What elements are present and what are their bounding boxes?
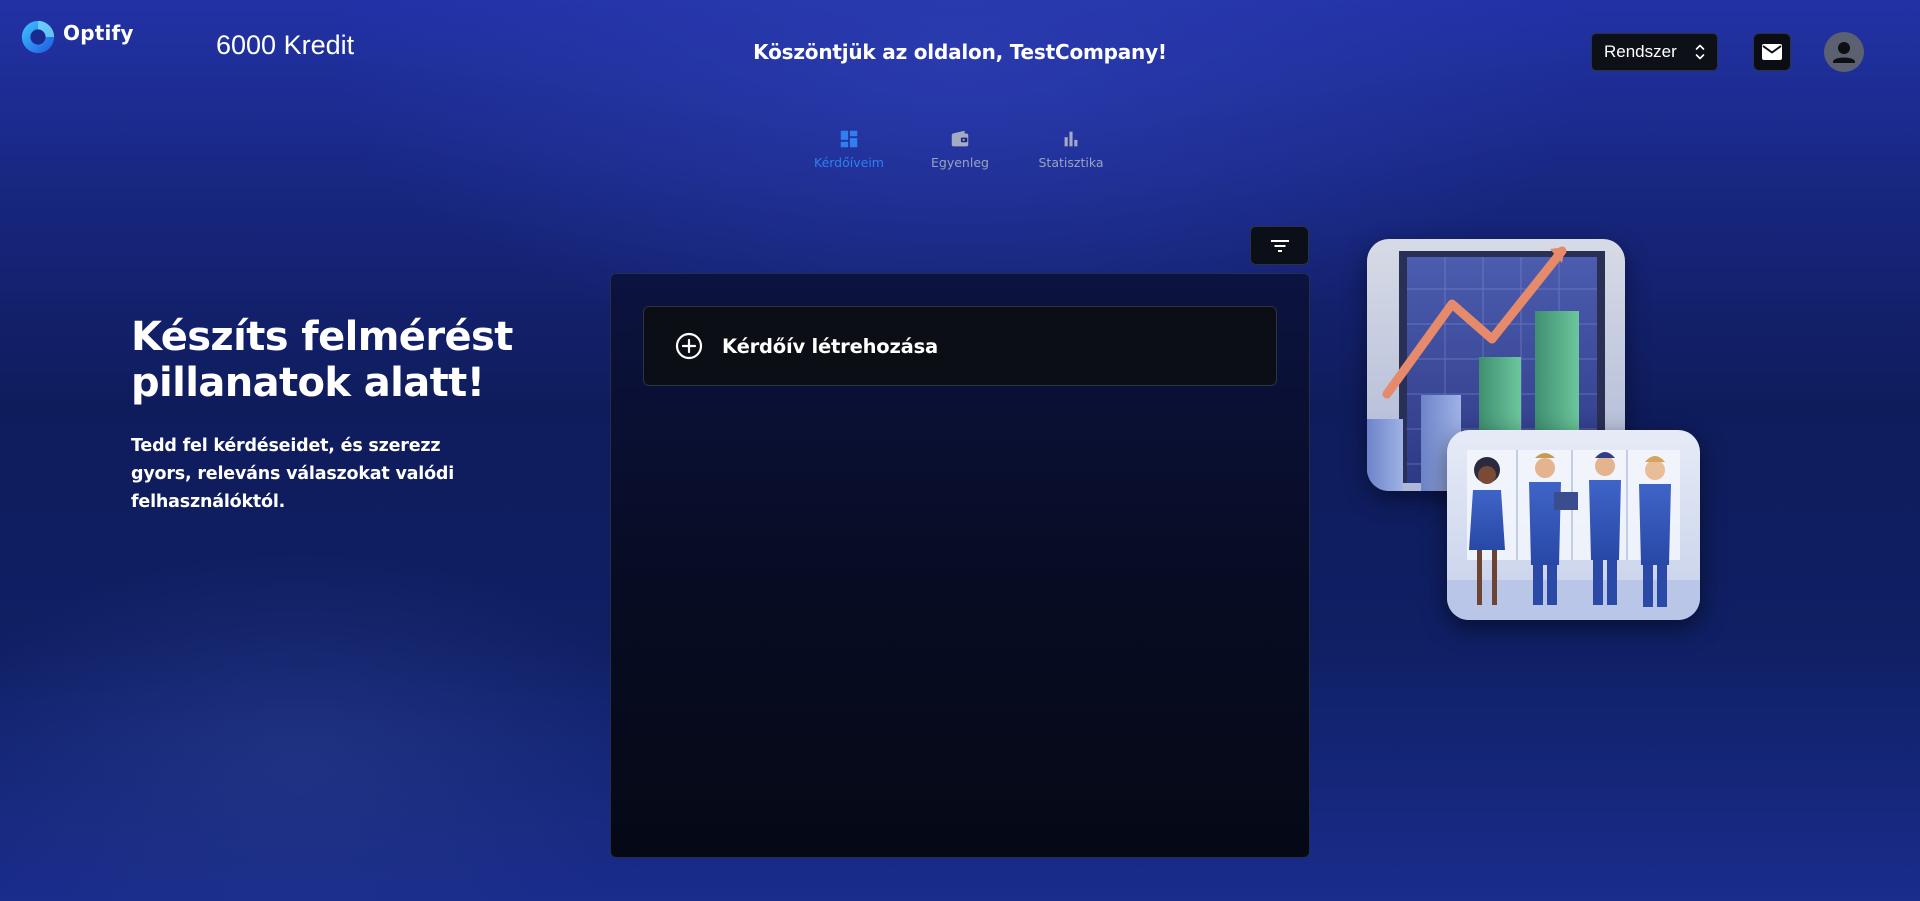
wallet-icon	[951, 130, 969, 147]
tab-statistics-label: Statisztika	[1038, 155, 1104, 170]
create-survey-button[interactable]: Kérdőív létrehozása	[643, 306, 1277, 386]
tab-surveys[interactable]: Kérdőíveim	[794, 128, 905, 170]
filter-icon	[1270, 239, 1289, 252]
hero-subtitle: Tedd fel kérdéseidet, és szerezz gyors, …	[131, 436, 455, 512]
tab-balance[interactable]: Egyenleg	[905, 128, 1016, 170]
theme-select-value: Rendszer	[1604, 42, 1677, 61]
survey-list-panel: Kérdőív létrehozása	[610, 273, 1310, 858]
dashboard-icon	[840, 130, 858, 148]
hero-title: Készíts felmérést pillanatok alatt!	[131, 314, 513, 406]
filter-button[interactable]	[1250, 226, 1309, 265]
add-circle-icon	[675, 332, 703, 360]
mail-icon	[1762, 44, 1782, 60]
bar-chart-icon	[1064, 131, 1078, 147]
person-icon	[1833, 42, 1855, 63]
tab-balance-label: Egyenleg	[931, 155, 989, 170]
business-team-illustration	[1447, 430, 1700, 620]
unfold-icon	[1695, 44, 1705, 60]
create-survey-label: Kérdőív létrehozása	[722, 334, 938, 358]
theme-select[interactable]: Rendszer	[1591, 33, 1718, 71]
tab-statistics[interactable]: Statisztika	[1016, 128, 1127, 170]
tab-surveys-label: Kérdőíveim	[814, 155, 884, 170]
main-tabs: Kérdőíveim Egyenleg Statisztika	[0, 128, 1920, 170]
profile-avatar-button[interactable]	[1824, 32, 1864, 72]
messages-button[interactable]	[1753, 33, 1791, 71]
